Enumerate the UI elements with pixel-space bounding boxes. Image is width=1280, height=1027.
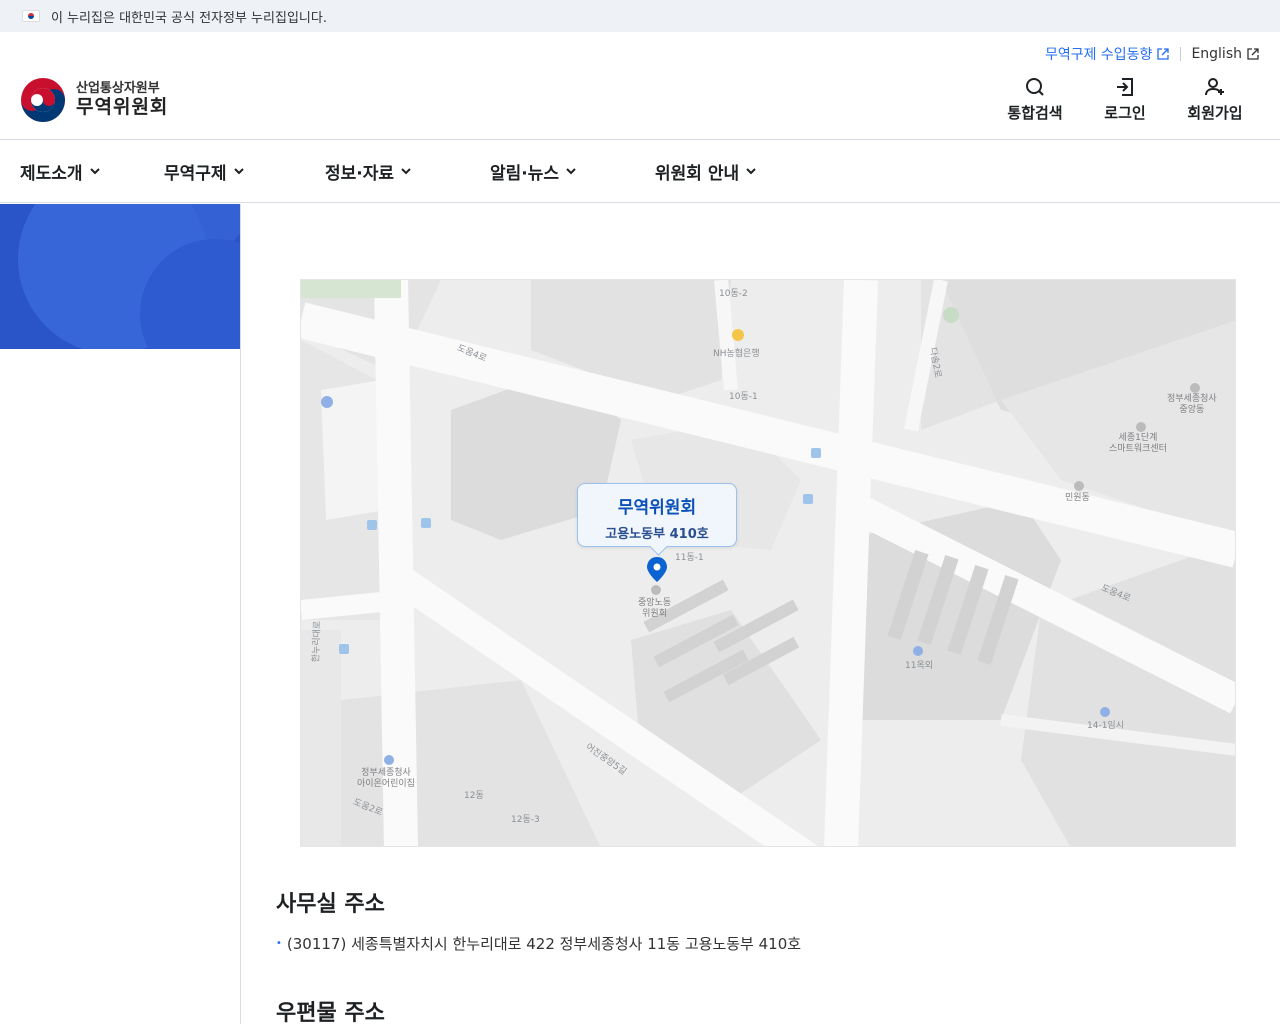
signup-label: 회원가입	[1187, 104, 1243, 122]
chevron-down-icon	[401, 168, 411, 175]
site-header: 산업통상자원부 무역위원회 무역구제 수입동향 English 통합검색 로그인…	[0, 32, 1280, 140]
site-logo[interactable]: 산업통상자원부 무역위원회	[20, 77, 168, 123]
english-label: English	[1191, 46, 1242, 62]
map-callout: 무역위원회 고용노동부 410호	[577, 483, 737, 547]
map-label: 11동-1	[675, 553, 704, 563]
external-link-icon	[1157, 48, 1170, 60]
login-icon	[1117, 78, 1133, 96]
map-label: 세종1단계 스마트워크센터	[1109, 433, 1167, 454]
map-label: NH농협은행	[713, 349, 760, 359]
external-link-icon	[1247, 48, 1259, 60]
map-label: 14-1임시	[1087, 721, 1124, 731]
search-icon	[1026, 78, 1044, 96]
divider	[1180, 47, 1182, 61]
trade-remedy-status-label: 무역구제 수입동향	[1044, 47, 1153, 63]
add-user-icon	[1205, 78, 1224, 96]
callout-subtitle: 고용노동부 410호	[605, 527, 709, 542]
trade-remedy-status-link[interactable]: 무역구제 수입동향	[1045, 44, 1171, 64]
login-button[interactable]: 로그인	[1080, 76, 1170, 123]
callout-title: 무역위원회	[617, 498, 697, 518]
map-label: 12동	[464, 791, 484, 801]
government-emblem-icon	[21, 78, 65, 122]
gov-banner: 이 누리집은 대한민국 공식 전자정부 누리집입니다.	[0, 0, 1280, 32]
office-address: • (30117) 세종특별자치시 한누리대로 422 정부세종청사 11동 고…	[276, 933, 801, 954]
sidebar	[0, 204, 241, 1024]
postal-address-title: 우편물 주소	[276, 1001, 385, 1026]
map-background	[301, 280, 1235, 846]
logo-name: 무역위원회	[76, 95, 169, 118]
english-link[interactable]: English	[1191, 46, 1260, 62]
map-label: 중앙노동 위원회	[638, 598, 672, 619]
map-label: 11옥외	[905, 661, 934, 671]
chevron-down-icon	[89, 168, 100, 175]
chevron-down-icon	[233, 168, 244, 175]
sidebar-banner	[0, 204, 240, 349]
nav-news-label: 알림·뉴스	[490, 163, 560, 184]
map-label: 12동-3	[511, 815, 540, 825]
nav-commission[interactable]: 위원회 안내	[655, 159, 757, 184]
main-navigation: 제도소개 무역구제 정보·자료 알림·뉴스 위원회 안내	[0, 140, 1280, 203]
nav-info[interactable]: 정보·자료	[325, 159, 412, 184]
nav-trade-remedy-label: 무역구제	[164, 163, 227, 184]
nav-info-label: 정보·자료	[325, 163, 395, 184]
location-map[interactable]: 무역위원회 고용노동부 410호 10동-2 NH농협은행 10동-1 도움4로…	[300, 279, 1236, 847]
search-button[interactable]: 통합검색	[990, 76, 1080, 123]
office-address-text: (30117) 세종특별자치시 한누리대로 422 정부세종청사 11동 고용노…	[286, 935, 802, 953]
search-label: 통합검색	[1007, 104, 1063, 122]
gov-banner-text: 이 누리집은 대한민국 공식 전자정부 누리집입니다.	[51, 10, 327, 26]
login-label: 로그인	[1104, 104, 1146, 122]
map-label: 한누리대로	[311, 620, 323, 663]
utility-links: 무역구제 수입동향 English	[1045, 44, 1260, 64]
map-label: 정부세종청사 중앙동	[1167, 394, 1217, 415]
nav-news[interactable]: 알림·뉴스	[490, 159, 577, 184]
chevron-down-icon	[746, 168, 756, 175]
korean-flag-icon	[22, 10, 40, 22]
signup-button[interactable]: 회원가입	[1170, 76, 1260, 123]
map-label: 10동-2	[719, 289, 748, 299]
chevron-down-icon	[566, 168, 576, 175]
nav-intro-label: 제도소개	[20, 163, 83, 184]
user-actions: 통합검색 로그인 회원가입	[990, 76, 1260, 123]
map-label: 정부세종청사 아이온어린이집	[357, 768, 415, 789]
office-address-title: 사무실 주소	[276, 892, 385, 917]
logo-ministry: 산업통상자원부	[76, 80, 160, 96]
nav-intro[interactable]: 제도소개	[20, 159, 101, 184]
map-label: 10동-1	[729, 392, 758, 402]
map-label: 민원동	[1065, 493, 1090, 503]
nav-commission-label: 위원회 안내	[655, 163, 740, 184]
bullet-icon: •	[276, 938, 282, 949]
nav-trade-remedy[interactable]: 무역구제	[164, 159, 245, 184]
